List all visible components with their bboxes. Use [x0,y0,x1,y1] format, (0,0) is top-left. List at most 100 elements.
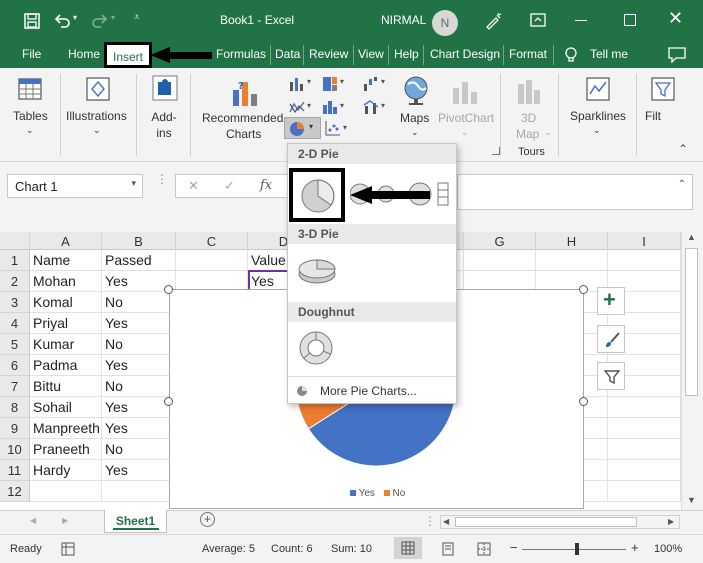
cell[interactable]: No [102,334,176,355]
column-chart-chevron-icon[interactable]: ▾ [307,77,311,86]
column-header-g[interactable]: G [464,232,536,250]
combo-chart-icon[interactable] [363,99,379,115]
expand-formula-bar-icon[interactable]: ⌃ [678,179,686,190]
cell[interactable]: Yes [102,418,176,439]
maximize-icon[interactable] [624,14,636,26]
sparklines-chevron-icon[interactable]: ⌄ [593,125,601,136]
column-chart-icon[interactable] [289,77,305,91]
addins-button[interactable]: Add-ins [150,109,178,141]
accessibility-icon[interactable] [61,542,75,556]
status-sum[interactable]: Sum: 10 [331,543,372,555]
combo-chart-chevron-icon[interactable]: ▾ [381,101,385,110]
undo-icon[interactable] [54,13,70,29]
resize-handle-mid-left[interactable] [164,397,173,406]
zoom-in-icon[interactable]: + [631,540,639,555]
row-header[interactable]: 3 [0,292,30,313]
row-header[interactable]: 5 [0,334,30,355]
statistic-chart-icon[interactable] [322,99,338,115]
horizontal-scrollbar[interactable]: ◀ ▶ [440,515,680,529]
row-header[interactable]: 2 [0,271,30,292]
column-header-a[interactable]: A [30,232,102,250]
pie-2d-option[interactable] [289,168,345,222]
cell[interactable]: Komal [30,292,102,313]
tables-button[interactable]: Tables [13,109,48,123]
name-box-chevron-icon[interactable]: ▾ [131,178,136,189]
filters-button[interactable]: Filt [645,109,661,123]
pie-chart-button[interactable]: ▾ [284,117,321,139]
scroll-up-icon[interactable]: ▲ [687,232,696,242]
comments-icon[interactable] [668,47,686,63]
vertical-scrollbar[interactable]: ▲ ▼ [681,232,703,510]
hierarchy-chart-icon[interactable] [322,76,338,92]
tab-split-grip-icon[interactable]: ⋮ [424,514,436,528]
scroll-sheets-left-icon[interactable]: ◀ [30,516,36,525]
cell[interactable] [608,397,681,418]
column-header-b[interactable]: B [102,232,176,250]
row-header[interactable]: 4 [0,313,30,334]
hierarchy-chart-chevron-icon[interactable]: ▾ [340,77,344,86]
cell[interactable]: Bittu [30,376,102,397]
row-header[interactable]: 8 [0,397,30,418]
scroll-down-icon[interactable]: ▼ [687,495,696,505]
redo-icon[interactable] [92,13,108,29]
line-chart-icon[interactable] [289,100,305,114]
chart-elements-button[interactable]: + [597,287,625,315]
cell[interactable]: No [102,376,176,397]
illustrations-button[interactable]: Illustrations [66,109,127,123]
recommended-charts-line2[interactable]: Charts [226,127,261,141]
minimize-icon[interactable] [575,20,587,21]
pivotchart-icon[interactable] [450,78,480,106]
maps-button[interactable]: Maps [400,111,429,125]
page-break-icon[interactable] [477,542,491,556]
cell[interactable]: Manpreeth [30,418,102,439]
cell[interactable] [608,250,681,271]
tables-icon[interactable] [17,76,43,102]
select-all-corner[interactable] [0,232,30,250]
tab-formulas[interactable]: Formulas [216,47,266,61]
waterfall-chart-icon[interactable] [363,76,379,92]
resize-handle-top-right[interactable] [579,285,588,294]
zoom-slider-thumb[interactable] [575,543,579,555]
status-average[interactable]: Average: 5 [202,543,255,555]
collapse-ribbon-icon[interactable]: ⌃ [678,142,688,156]
zoom-slider[interactable] [522,543,626,555]
cell[interactable]: No [102,292,176,313]
3d-map-icon[interactable] [516,78,542,106]
row-header[interactable]: 12 [0,481,30,502]
scroll-left-icon[interactable]: ◀ [443,517,449,526]
3d-map-chevron-icon[interactable]: ⌄ [544,127,552,138]
cancel-formula-icon[interactable]: ✕ [188,178,199,194]
chart-styles-button[interactable] [597,325,625,353]
zoom-level[interactable]: 100% [654,543,682,555]
pivotchart-button[interactable]: PivotChart [438,111,494,125]
illustrations-chevron-icon[interactable]: ⌄ [93,125,101,136]
row-header[interactable]: 10 [0,439,30,460]
ribbon-display-icon[interactable] [530,13,546,27]
tab-file[interactable]: File [22,47,41,61]
zoom-out-icon[interactable]: − [510,540,518,555]
cell[interactable]: Priyal [30,313,102,334]
scatter-chart-icon[interactable] [325,120,341,136]
cell[interactable] [608,460,681,481]
tab-review[interactable]: Review [309,47,348,61]
3d-map-line2[interactable]: Map [516,127,539,141]
maps-icon[interactable] [402,76,430,106]
add-sheet-icon[interactable]: + [200,512,215,527]
status-count[interactable]: Count: 6 [271,543,313,555]
cell[interactable]: No [102,439,176,460]
line-chart-chevron-icon[interactable]: ▾ [307,101,311,110]
column-header-i[interactable]: I [608,232,681,250]
formula-input[interactable]: ⌃ [457,174,693,210]
tell-me-search[interactable]: Tell me [590,47,628,61]
tab-home[interactable]: Home [68,47,100,61]
avatar[interactable]: N [432,10,458,36]
row-header[interactable]: 9 [0,418,30,439]
tab-chart-design[interactable]: Chart Design [430,47,500,61]
addins-icon[interactable] [151,74,179,102]
undo-dropdown-icon[interactable]: ▾ [73,13,77,22]
save-icon[interactable] [24,13,40,29]
recommended-charts-line1[interactable]: Recommended [202,111,283,125]
cell[interactable]: Praneeth [30,439,102,460]
tab-view[interactable]: View [358,47,384,61]
cell[interactable] [30,481,102,502]
